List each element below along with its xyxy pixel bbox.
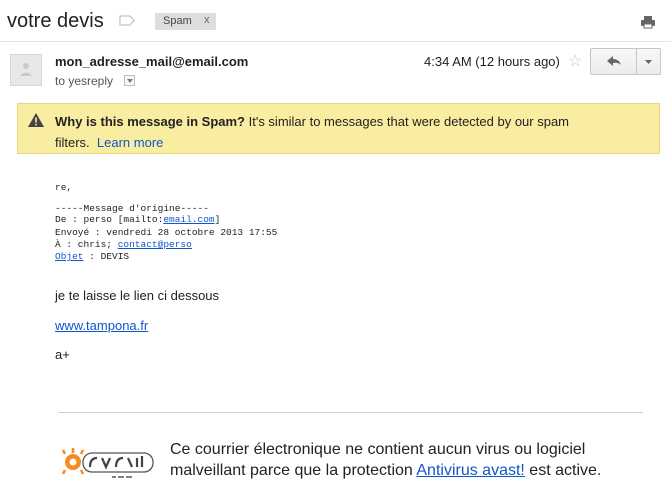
spam-label-chip: Spam x — [155, 13, 216, 30]
to-line: À : chris; contact@perso — [55, 239, 192, 250]
reply-button[interactable] — [590, 48, 637, 75]
body-line: je te laisse le lien ci dessous — [55, 288, 220, 303]
subject-line: Objet : DEVIS — [55, 251, 129, 262]
subject-suffix: : DEVIS — [83, 251, 130, 262]
spam-label-text: Spam — [163, 15, 192, 27]
antivirus-notice-suffix: est active. — [524, 462, 602, 479]
person-icon — [20, 63, 32, 76]
learn-more-link[interactable]: Learn more — [97, 135, 163, 150]
antivirus-notice: Ce courrier électronique ne contient auc… — [170, 439, 650, 481]
original-message-header: -----Message d'origine----- — [55, 203, 209, 214]
body-greeting: re, — [55, 182, 73, 193]
avast-antivirus-link[interactable]: Antivirus avast! — [416, 462, 524, 479]
to-email-link[interactable]: contact@perso — [118, 239, 192, 250]
chevron-down-icon — [127, 79, 133, 83]
spam-question: Why is this message in Spam? — [55, 114, 245, 129]
spam-explanation: Why is this message in Spam? It's simila… — [55, 111, 615, 153]
chevron-down-icon — [645, 60, 652, 64]
more-actions-button[interactable] — [636, 48, 661, 75]
label-tag-icon[interactable] — [119, 15, 135, 26]
spam-reason-text-2: filters. — [55, 135, 90, 150]
body-url-link[interactable]: www.tampona.fr — [55, 318, 148, 333]
from-email-link[interactable]: email.com — [163, 214, 214, 225]
warning-icon — [28, 113, 44, 127]
email-subject: votre devis — [7, 10, 104, 32]
message-timestamp: 4:34 AM (12 hours ago) — [424, 54, 560, 69]
star-icon[interactable]: ☆ — [568, 51, 582, 71]
body-signoff: a+ — [55, 347, 70, 362]
spam-reason-text: It's similar to messages that were detec… — [245, 114, 570, 129]
remove-label-button[interactable]: x — [204, 14, 210, 26]
from-line: De : perso [mailto:email.com] — [55, 214, 220, 225]
to-prefix: À : chris; — [55, 239, 118, 250]
from-prefix: De : perso [mailto: — [55, 214, 164, 225]
avast-logo-icon — [62, 448, 154, 478]
show-details-button[interactable] — [124, 75, 135, 86]
sent-line: Envoyé : vendredi 28 octobre 2013 17:55 — [55, 227, 278, 238]
sender-address[interactable]: mon_adresse_mail@email.com — [55, 54, 248, 69]
signature-divider — [58, 412, 643, 413]
from-suffix: ] — [214, 214, 221, 225]
subject-link[interactable]: Objet — [55, 251, 84, 262]
reply-arrow-icon — [607, 56, 621, 66]
recipient-line: to yesreply — [55, 74, 114, 88]
header-divider — [0, 41, 671, 42]
spam-warning-banner: Why is this message in Spam? It's simila… — [17, 103, 660, 154]
print-icon[interactable] — [640, 15, 656, 29]
sender-avatar — [10, 54, 42, 86]
